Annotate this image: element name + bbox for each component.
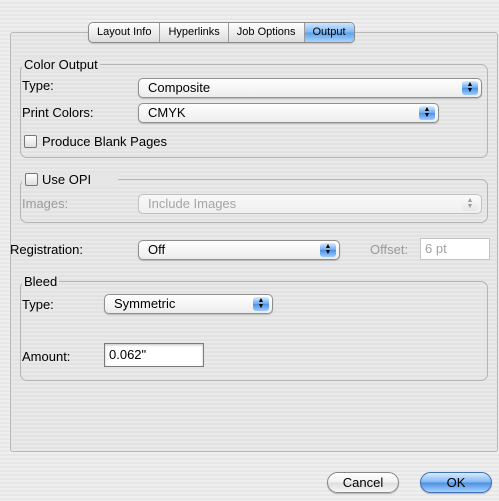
color-type-label: Type: [22, 78, 54, 93]
use-opi-checkbox[interactable] [25, 173, 38, 186]
bleed-type-popup[interactable]: Symmetric ▲ ▼ [104, 294, 273, 314]
registration-value: Off [148, 242, 166, 257]
produce-blank-pages-checkbox[interactable] [24, 135, 37, 148]
bleed-type-value: Symmetric [114, 296, 176, 311]
popup-arrows-icon: ▲ ▼ [462, 81, 478, 95]
opi-images-value: Include Images [148, 196, 237, 211]
opi-images-popup[interactable]: Include Images ▲ ▼ [138, 194, 482, 214]
color-type-value: Composite [148, 80, 211, 95]
offset-field[interactable]: 6 pt [420, 238, 490, 260]
popup-arrows-icon: ▲ ▼ [253, 297, 269, 311]
tab-bar: Layout Info Hyperlinks Job Options Outpu… [88, 22, 355, 43]
registration-label: Registration: [10, 242, 83, 257]
popup-arrows-icon: ▲ ▼ [419, 106, 435, 120]
color-type-popup[interactable]: Composite ▲ ▼ [138, 78, 482, 98]
tab-hyperlinks[interactable]: Hyperlinks [160, 23, 229, 42]
color-output-legend: Color Output [22, 57, 100, 72]
produce-blank-pages-label: Produce Blank Pages [42, 134, 168, 149]
bleed-legend: Bleed [22, 274, 60, 289]
popup-arrows-icon: ▲ ▼ [320, 243, 336, 257]
tab-job-options[interactable]: Job Options [229, 23, 305, 42]
tab-output[interactable]: Output [304, 23, 354, 42]
ok-button[interactable]: OK [420, 472, 492, 493]
use-opi-label: Use OPI [42, 172, 92, 187]
tab-layout-info[interactable]: Layout Info [89, 23, 161, 42]
popup-arrows-icon: ▲ ▼ [462, 197, 478, 211]
bleed-type-label: Type: [22, 297, 54, 312]
bleed-amount-field[interactable]: 0.062" [104, 343, 204, 367]
registration-popup[interactable]: Off ▲ ▼ [138, 240, 340, 260]
bleed-amount-label: Amount: [22, 349, 71, 364]
print-colors-value: CMYK [148, 105, 186, 120]
print-colors-popup[interactable]: CMYK ▲ ▼ [138, 103, 439, 123]
opi-images-label: Images: [22, 196, 69, 211]
print-colors-label: Print Colors: [22, 105, 94, 120]
offset-label: Offset: [370, 242, 409, 257]
cancel-button[interactable]: Cancel [327, 472, 399, 493]
